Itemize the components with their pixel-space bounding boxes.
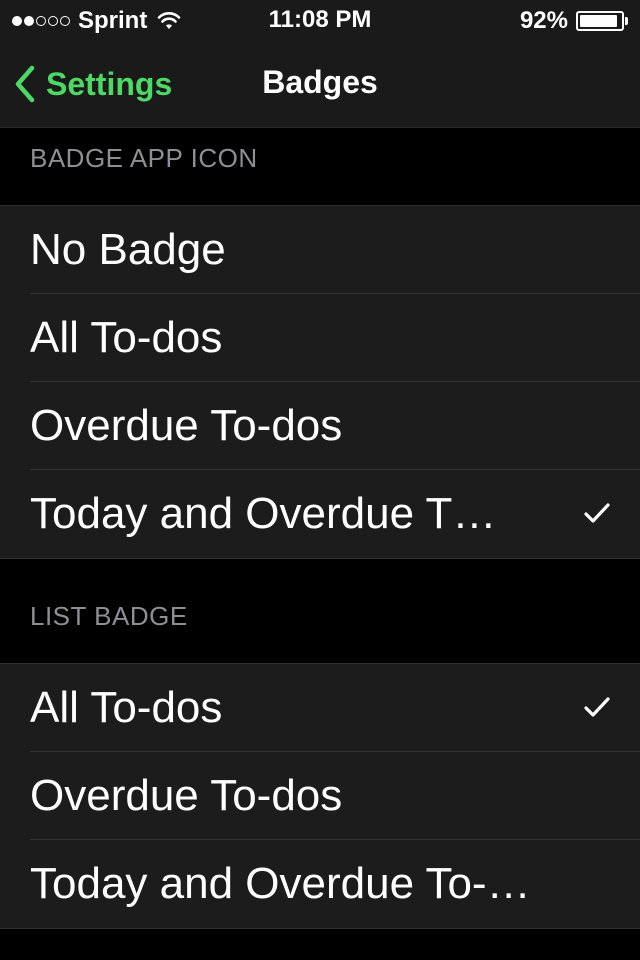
option-all-todos[interactable]: All To-dos — [0, 294, 640, 382]
option-overdue-todos[interactable]: Overdue To-dos — [0, 382, 640, 470]
option-today-and-overdue[interactable]: Today and Overdue T… — [0, 470, 640, 558]
navigation-bar: Settings Badges — [0, 40, 640, 128]
badges-screen: Sprint 11:08 PM 92% Settings Badges BADG… — [0, 0, 640, 960]
badge-app-icon-list: No Badge All To-dos Overdue To-dos Today… — [0, 205, 640, 559]
checkmark-icon — [584, 503, 610, 523]
battery-fill — [580, 15, 617, 27]
checkmark-icon — [584, 697, 610, 717]
status-right: 92% — [520, 6, 628, 36]
section-header-badge-app-icon: BADGE APP ICON — [30, 143, 258, 173]
list-badge-list: All To-dos Overdue To-dos Today and Over… — [0, 663, 640, 929]
option-no-badge[interactable]: No Badge — [0, 206, 640, 294]
battery-tip — [625, 17, 628, 25]
option-list-today-and-overdue[interactable]: Today and Overdue To-… — [0, 840, 640, 928]
option-list-all-todos[interactable]: All To-dos — [0, 664, 640, 752]
option-list-overdue-todos[interactable]: Overdue To-dos — [0, 752, 640, 840]
section-header-list-badge: LIST BADGE — [30, 601, 188, 631]
status-bar: Sprint 11:08 PM 92% — [0, 0, 640, 40]
page-title: Badges — [262, 64, 378, 100]
battery-percent: 92% — [519, 7, 568, 34]
battery-icon — [576, 11, 624, 31]
